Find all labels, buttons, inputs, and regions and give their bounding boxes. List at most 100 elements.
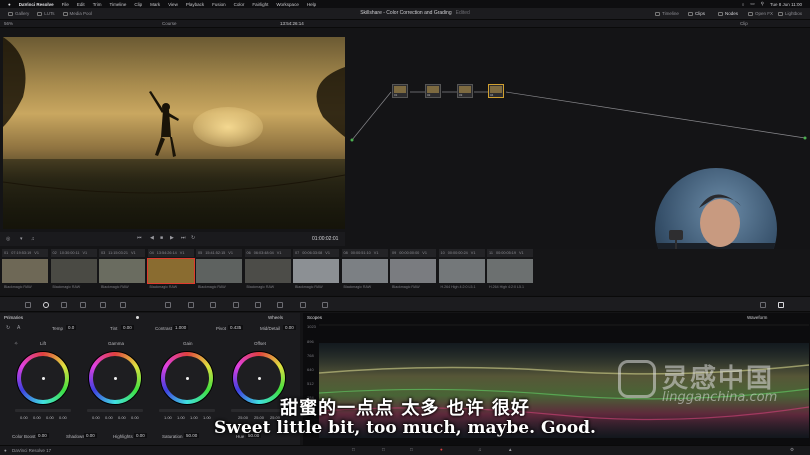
menu-edit[interactable]: Edit	[77, 2, 85, 7]
color-node-03[interactable]: 03	[457, 84, 473, 98]
timeline-button[interactable]: Timeline	[655, 11, 679, 16]
scope-mode-selector[interactable]: Waveform	[747, 315, 767, 320]
lift-wheel-handle[interactable]	[42, 377, 45, 380]
apple-icon[interactable]: ●	[8, 2, 11, 7]
video-viewer[interactable]	[3, 37, 345, 229]
offset-wheel-handle[interactable]	[258, 377, 261, 380]
timeline-selector[interactable]: Course	[162, 21, 177, 26]
color-wheels-icon[interactable]	[43, 302, 49, 308]
auto-balance-icon[interactable]: A	[17, 325, 20, 331]
clip-thumbnail-06[interactable]: 06 06:03:48:04 V1 Blackmagic RAW	[244, 249, 291, 295]
loop-icon[interactable]: ↻	[191, 235, 195, 241]
page-deliver-icon[interactable]: ▲	[508, 447, 512, 452]
key-icon[interactable]	[277, 302, 283, 308]
clip-mode-selector[interactable]: Clip	[740, 21, 748, 26]
gallery-label: Gallery	[15, 11, 30, 16]
color-node-01[interactable]: 01	[392, 84, 408, 98]
camera-raw-icon[interactable]	[25, 302, 31, 308]
blur-icon[interactable]	[255, 302, 261, 308]
menu-help[interactable]: Help	[307, 2, 316, 7]
menu-trim[interactable]: Trim	[93, 2, 102, 7]
magic-mask-icon[interactable]	[233, 302, 239, 308]
color-node-04[interactable]: 04	[488, 84, 504, 98]
node-graph-canvas[interactable]	[345, 28, 810, 163]
gallery-button[interactable]: Gallery	[8, 11, 29, 16]
clip-thumbnail-05[interactable]: 05 15:41:52:15 V1 Blackmagic RAW	[196, 249, 242, 295]
nodes-button[interactable]: Nodes	[718, 11, 738, 16]
temp-field[interactable]: 0.0	[66, 325, 77, 330]
clip-thumbnail-02[interactable]: 02 10:30:00:11 V1 Blackmagic RAW	[50, 249, 97, 295]
gamma-wheel-handle[interactable]	[114, 377, 117, 380]
window-icon[interactable]	[188, 302, 194, 308]
menu-color[interactable]: Color	[234, 2, 245, 7]
volume-icon[interactable]: ♫	[31, 236, 35, 242]
page-cut-icon[interactable]: □	[382, 447, 385, 452]
play-reverse-icon[interactable]: ◀	[150, 235, 154, 241]
clip-number: 01	[4, 251, 9, 255]
menu-bar: ● DaVinci Resolve File Edit Trim Timelin…	[0, 0, 810, 8]
color-warper-icon[interactable]	[120, 302, 126, 308]
play-icon[interactable]: ▶	[170, 235, 174, 241]
gain-wheel-handle[interactable]	[186, 377, 189, 380]
node-label: 03	[459, 93, 463, 97]
node-thumbnail	[459, 86, 471, 93]
dropdown-icon[interactable]: ▾	[20, 236, 23, 242]
battery-icon[interactable]: ▭	[750, 1, 754, 7]
page-edit-icon[interactable]: □	[410, 447, 413, 452]
scope-toggle-icon[interactable]: ◎	[6, 236, 10, 242]
pivot-field[interactable]: 0.435	[228, 325, 244, 330]
stop-icon[interactable]: ■	[160, 235, 163, 241]
qualifier-icon[interactable]	[165, 302, 171, 308]
reset-all-icon[interactable]: ↻	[6, 325, 10, 331]
color-node-02[interactable]: 02	[425, 84, 441, 98]
clip-thumbnail-03[interactable]: 03 11:15:03:21 V1 Blackmagic RAW	[99, 249, 145, 295]
settings-icon[interactable]: ⚙	[790, 447, 794, 453]
menu-playback[interactable]: Playback	[186, 2, 204, 7]
menu-clip[interactable]: Clip	[134, 2, 142, 7]
clip-thumbnail-11[interactable]: 11 00:00:05:19 V1 H.264 High 4:2:0 L5.1	[487, 249, 533, 295]
skip-back-icon[interactable]: ⏮	[137, 235, 142, 241]
middetail-field[interactable]: 0.00	[283, 325, 296, 330]
clip-thumbnail-09[interactable]: 09 00:00:00:00 V1 Blackmagic RAW	[390, 249, 436, 295]
wifi-icon[interactable]: ○	[742, 2, 745, 7]
search-icon[interactable]: ⚲	[761, 1, 764, 7]
curves-icon[interactable]	[100, 302, 106, 308]
sizing-icon[interactable]	[300, 302, 306, 308]
clips-button[interactable]: Clips	[688, 11, 705, 16]
menu-fairlight[interactable]: Fairlight	[252, 2, 268, 7]
page-media-icon[interactable]: □	[352, 447, 355, 452]
media-pool-button[interactable]: Media Pool	[62, 11, 92, 16]
clip-thumbnail-01[interactable]: 01 07:19:53:19 V1 Blackmagic RAW	[2, 249, 48, 295]
lift-picker-icon[interactable]: ✧	[14, 341, 18, 347]
keyframes-icon[interactable]	[760, 302, 766, 308]
node-thumbnail	[427, 86, 439, 93]
menu-view[interactable]: View	[168, 2, 178, 7]
3d-icon[interactable]	[322, 302, 328, 308]
luts-button[interactable]: LUTs	[37, 11, 55, 16]
rgb-mixer-icon[interactable]	[61, 302, 67, 308]
clip-preview	[99, 259, 145, 283]
clip-thumbnail-10[interactable]: 10 00:00:00:24 V1 H.264 High 4:2:0 L5.1	[438, 249, 485, 295]
menu-fusion[interactable]: Fusion	[212, 2, 226, 7]
clip-thumbnail-04[interactable]: 04 13:54:26:14 V1 Blackmagic RAW	[146, 249, 195, 295]
motion-effects-icon[interactable]	[80, 302, 86, 308]
menu-timeline[interactable]: Timeline	[110, 2, 127, 7]
menu-mark[interactable]: Mark	[150, 2, 160, 7]
page-fairlight-icon[interactable]: ♫	[478, 447, 481, 452]
info-icon[interactable]	[778, 302, 784, 308]
clip-thumbnail-08[interactable]: 08 00:00:51:10 V1 Blackmagic RAW	[341, 249, 388, 295]
tracker-icon[interactable]	[210, 302, 216, 308]
contrast-field[interactable]: 1.000	[173, 325, 189, 330]
wheels-mode-selector[interactable]: Wheels	[268, 315, 283, 320]
clip-thumbnail-07[interactable]: 07 00:06:33:08 V1 Blackmagic RAW	[293, 249, 339, 295]
open-fx-icon	[748, 11, 753, 16]
skip-forward-icon[interactable]: ⏭	[181, 235, 186, 241]
lightbox-button[interactable]: Lightbox	[778, 11, 802, 16]
zoom-level[interactable]: 56%	[4, 21, 13, 26]
menu-file[interactable]: File	[62, 2, 69, 7]
page-color-icon[interactable]: ●	[440, 447, 443, 452]
menu-workspace[interactable]: Workspace	[276, 2, 298, 7]
tint-field[interactable]: 0.00	[121, 325, 134, 330]
open-fx-button[interactable]: Open FX	[748, 11, 773, 16]
menu-app-name[interactable]: DaVinci Resolve	[19, 2, 54, 7]
